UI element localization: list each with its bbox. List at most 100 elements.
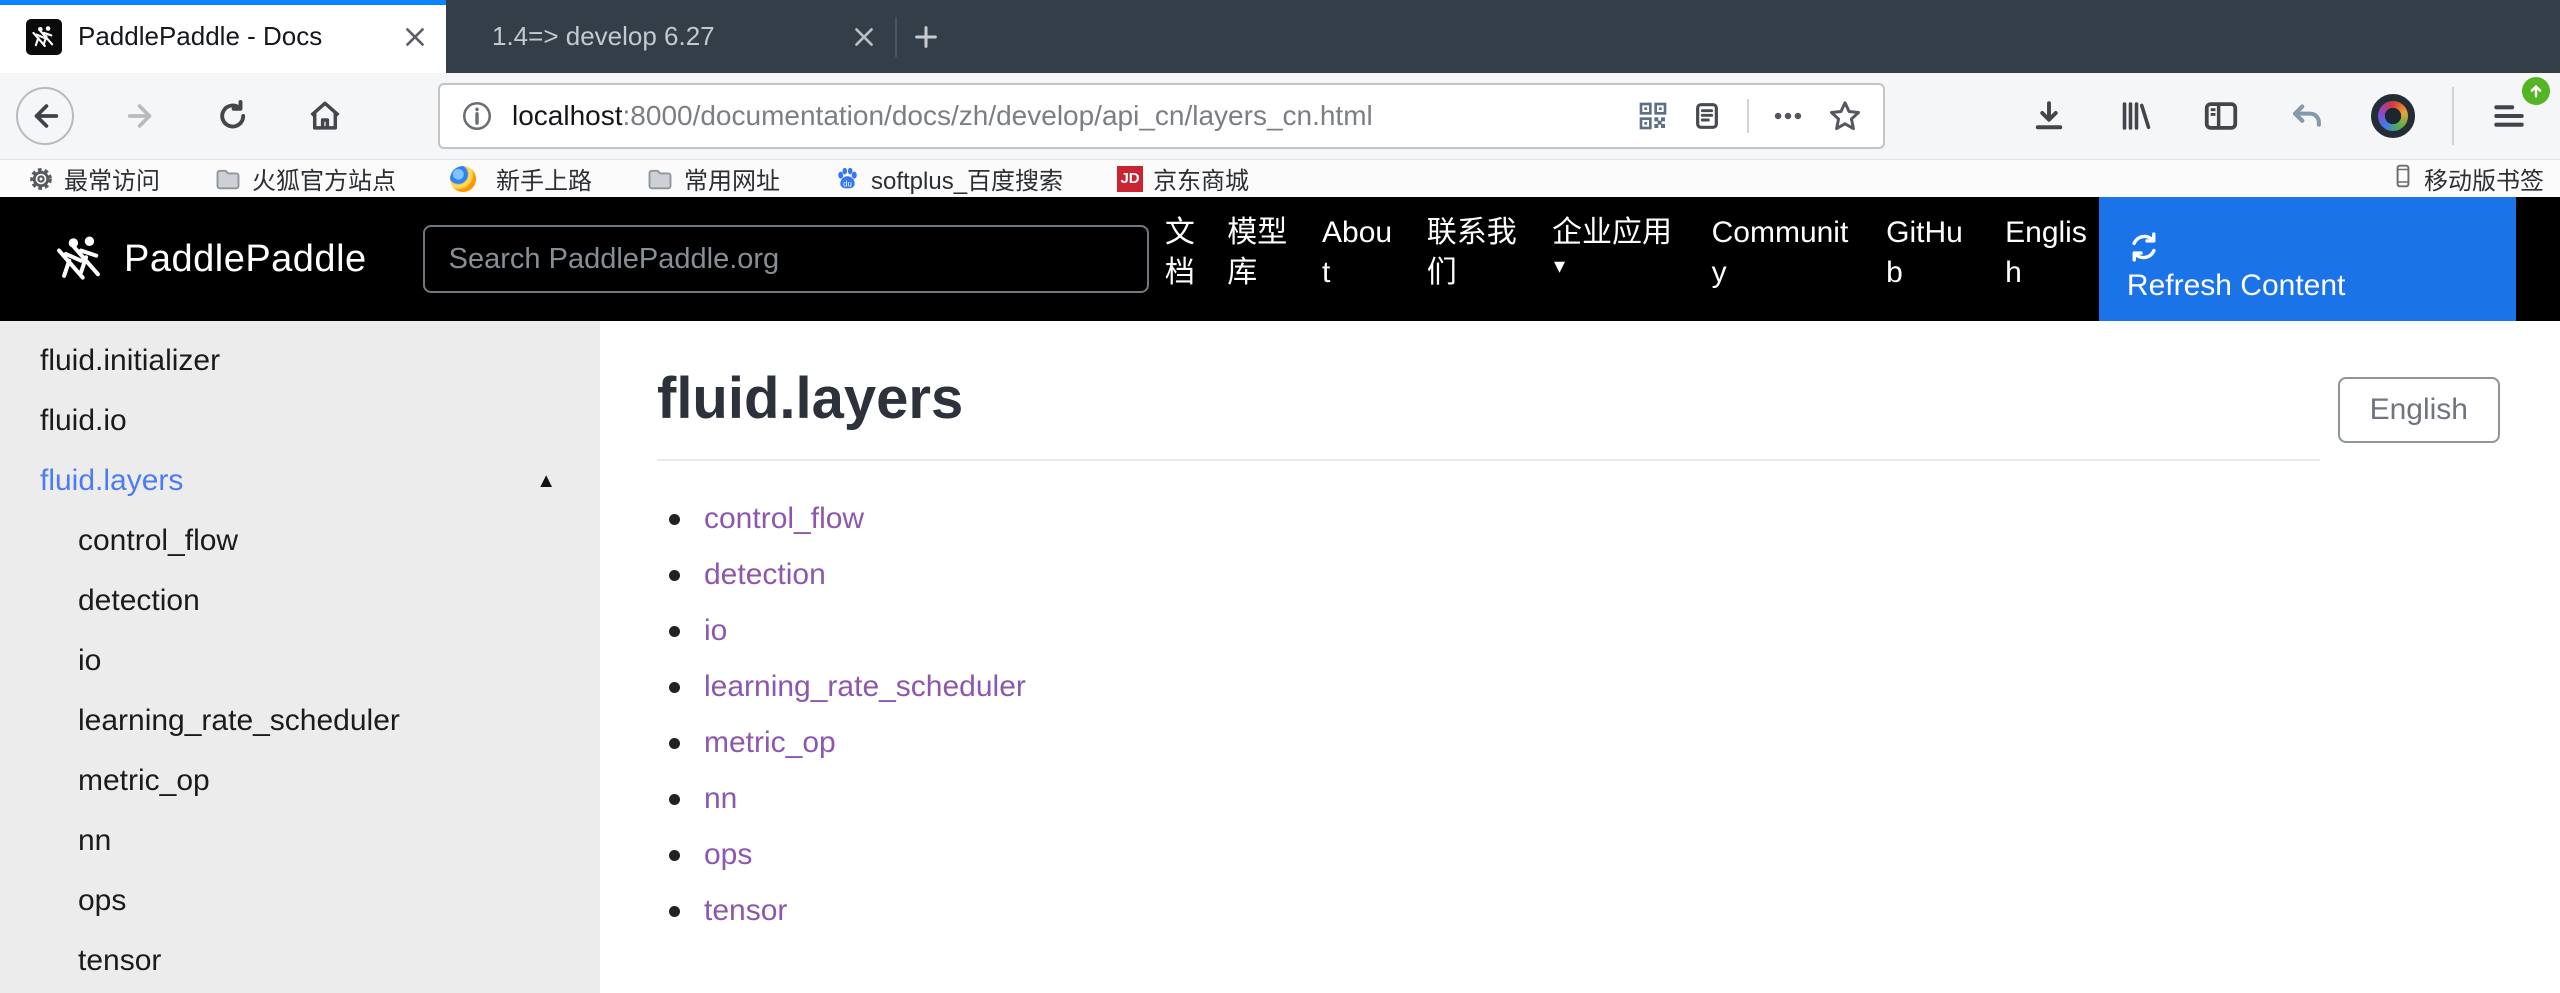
site-info-icon[interactable] xyxy=(460,99,494,133)
urlbar-separator xyxy=(1747,99,1749,133)
reader-mode-icon[interactable] xyxy=(1691,100,1723,132)
sidebar-item-control-flow[interactable]: control_flow xyxy=(0,511,600,571)
brand-name: PaddlePaddle xyxy=(124,237,367,280)
collapse-triangle-icon[interactable]: ▲ xyxy=(536,451,556,511)
chevron-down-icon: ▾ xyxy=(1554,253,1566,278)
bookmark-mobile-bookmarks[interactable]: 移动版书签 xyxy=(2390,161,2544,196)
bullet-icon xyxy=(669,793,680,805)
undo-extension-button[interactable] xyxy=(2282,91,2332,141)
link-metric-op[interactable]: metric_op xyxy=(704,726,836,760)
toolbar-right-cluster xyxy=(1988,77,2560,145)
sidebar-item-tensor[interactable]: tensor xyxy=(0,931,600,991)
refresh-content-button[interactable]: Refresh Content xyxy=(2098,197,2516,321)
list-item: io xyxy=(657,603,2320,659)
update-badge-icon[interactable] xyxy=(2522,77,2550,105)
url-path: :8000/documentation/docs/zh/develop/api_… xyxy=(622,100,1373,131)
url-bar[interactable]: localhost:8000/documentation/docs/zh/dev… xyxy=(438,83,1885,149)
list-item: learning_rate_scheduler xyxy=(657,659,2320,715)
refresh-button-label: Refresh Content xyxy=(2126,269,2346,302)
page-actions-icon[interactable] xyxy=(1771,99,1805,133)
folder-icon xyxy=(646,165,674,193)
gear-icon xyxy=(28,166,54,192)
back-button[interactable] xyxy=(16,87,74,145)
bookmark-star-icon[interactable] xyxy=(1827,98,1863,134)
bookmark-jd-mall[interactable]: JD 京东商城 xyxy=(1117,161,1249,196)
link-tensor[interactable]: tensor xyxy=(704,894,787,928)
sidebar-item-nn[interactable]: nn xyxy=(0,811,600,871)
bullet-icon xyxy=(669,849,680,861)
sidebar-item-ops[interactable]: ops xyxy=(0,871,600,931)
home-button[interactable] xyxy=(300,91,350,141)
nav-item-english[interactable]: English xyxy=(2005,213,2099,293)
sidebar-item-learning-rate-scheduler[interactable]: learning_rate_scheduler xyxy=(0,691,600,751)
list-item: ops xyxy=(657,827,2320,883)
list-item: nn xyxy=(657,771,2320,827)
bookmark-getting-started[interactable]: 新手上路 xyxy=(450,161,592,196)
bookmarks-bar: 最常访问 火狐官方站点 新手上路 常用网址 du softplus_百度搜索 J… xyxy=(0,160,2560,197)
link-control-flow[interactable]: control_flow xyxy=(704,502,864,536)
browser-window: PaddlePaddle - Docs 1.4=> develop 6.27 l… xyxy=(0,0,2560,993)
close-tab-icon[interactable] xyxy=(847,20,881,54)
home-icon xyxy=(310,101,340,130)
firefox-icon xyxy=(450,165,476,192)
back-arrow-icon xyxy=(34,104,59,128)
link-io[interactable]: io xyxy=(704,614,727,648)
sidebar-item-fluid-initializer[interactable]: fluid.initializer xyxy=(0,331,600,391)
nav-item-about[interactable]: About xyxy=(1322,213,1397,293)
qr-extension-icon[interactable] xyxy=(1637,100,1669,132)
list-item: metric_op xyxy=(657,715,2320,771)
language-toggle-button[interactable]: English xyxy=(2337,377,2500,443)
camera-lens-icon xyxy=(2371,94,2415,138)
url-host: localhost xyxy=(512,100,623,131)
nav-item-community[interactable]: Community xyxy=(1712,213,1857,293)
link-learning-rate-scheduler[interactable]: learning_rate_scheduler xyxy=(704,670,1026,704)
nav-item-models[interactable]: 模型库 xyxy=(1227,213,1292,293)
close-tab-icon[interactable] xyxy=(398,20,432,54)
nav-item-docs[interactable]: 文档 xyxy=(1165,213,1197,293)
bookmark-most-visited[interactable]: 最常访问 xyxy=(28,161,160,196)
paddlepaddle-logo[interactable]: PaddlePaddle xyxy=(54,197,367,321)
forward-button[interactable] xyxy=(116,91,166,141)
folder-icon xyxy=(214,165,242,193)
plus-icon xyxy=(915,25,937,48)
baidu-paw-icon: du xyxy=(834,165,861,192)
bullet-icon xyxy=(669,625,680,637)
bullet-icon xyxy=(669,569,680,581)
reload-button[interactable] xyxy=(208,91,258,141)
paddlepaddle-favicon-icon xyxy=(26,18,62,55)
bullet-icon xyxy=(669,513,680,525)
sidebar-item-fluid-io[interactable]: fluid.io xyxy=(0,391,600,451)
paddlepaddle-logo-icon xyxy=(57,236,100,280)
bookmark-common-sites[interactable]: 常用网址 xyxy=(646,161,780,196)
nav-item-enterprise[interactable]: 企业应用 ▾ xyxy=(1552,213,1682,279)
module-link-list: control_flow detection io learning_rate_… xyxy=(657,491,2320,939)
link-nn[interactable]: nn xyxy=(704,782,737,816)
lens-extension-button[interactable] xyxy=(2368,91,2418,141)
svg-text:du: du xyxy=(843,179,852,188)
title-divider xyxy=(657,459,2320,461)
site-search-input[interactable] xyxy=(422,225,1149,293)
sidebar-item-fluid-layers[interactable]: fluid.layers ▲ xyxy=(0,451,600,511)
bookmark-firefox-official[interactable]: 火狐官方站点 xyxy=(214,161,396,196)
library-button[interactable] xyxy=(2110,91,2160,141)
tab-bar: PaddlePaddle - Docs 1.4=> develop 6.27 xyxy=(0,0,2560,73)
new-tab-button[interactable] xyxy=(897,0,955,73)
bookmark-baidu-search[interactable]: du softplus_百度搜索 xyxy=(834,161,1063,196)
library-icon xyxy=(2122,102,2151,130)
link-detection[interactable]: detection xyxy=(704,558,826,592)
sidebar-item-io[interactable]: io xyxy=(0,631,600,691)
hamburger-icon xyxy=(2494,105,2524,127)
sidebar-item-metric-op[interactable]: metric_op xyxy=(0,751,600,811)
sidebar-toggle-button[interactable] xyxy=(2196,91,2246,141)
tab-develop[interactable]: 1.4=> develop 6.27 xyxy=(446,0,895,73)
nav-item-github[interactable]: GitHub xyxy=(1886,213,1975,293)
sidebar-item-detection[interactable]: detection xyxy=(0,571,600,631)
link-ops[interactable]: ops xyxy=(704,838,752,872)
reload-icon xyxy=(220,99,246,129)
nav-item-contact[interactable]: 联系我们 xyxy=(1427,213,1522,293)
tab-paddlepaddle-docs[interactable]: PaddlePaddle - Docs xyxy=(0,0,446,73)
bullet-icon xyxy=(669,681,680,693)
undo-arrow-icon xyxy=(2293,104,2321,127)
site-navbar: PaddlePaddle 文档 模型库 About 联系我们 企业应用▾ Com… xyxy=(0,197,2560,321)
downloads-button[interactable] xyxy=(2024,91,2074,141)
